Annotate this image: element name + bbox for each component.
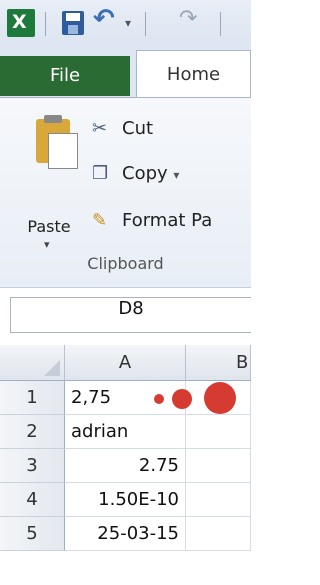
select-all-corner[interactable] (0, 345, 65, 381)
paste-icon[interactable] (36, 115, 78, 169)
scissors-icon: ✂ (92, 118, 108, 139)
save-icon[interactable] (62, 11, 84, 35)
row-header[interactable]: 1 (0, 381, 65, 415)
copy-label: Copy (122, 163, 168, 184)
paste-button[interactable]: Paste (14, 217, 84, 236)
cell-b5[interactable] (186, 517, 251, 551)
cell-b4[interactable] (186, 483, 251, 517)
annotation-dot-medium (172, 389, 192, 409)
format-painter-label: Format Pa (122, 210, 213, 231)
undo-icon[interactable]: ↶ (93, 4, 115, 34)
clipboard-group-label: Clipboard (87, 254, 164, 273)
excel-icon[interactable]: X (7, 9, 35, 37)
format-painter-button[interactable]: ✎ Format Pa (92, 210, 212, 231)
cut-label: Cut (122, 118, 154, 139)
copy-icon: ❐ (92, 163, 109, 184)
cell-a2[interactable]: adrian (65, 415, 186, 449)
redo-icon[interactable]: ↷ (179, 6, 197, 31)
toolbar-separator (220, 12, 221, 36)
undo-dropdown-icon[interactable]: ▾ (125, 16, 131, 30)
paintbrush-icon: ✎ (92, 210, 108, 231)
paste-dropdown-icon[interactable]: ▾ (44, 238, 50, 251)
cell-a1[interactable]: 2,75 (65, 381, 186, 415)
column-header-a[interactable]: A (65, 345, 186, 381)
annotation-dot-large (204, 382, 236, 414)
row-header[interactable]: 5 (0, 517, 65, 551)
cell-a3[interactable]: 2.75 (65, 449, 186, 483)
cell-a4[interactable]: 1.50E-10 (65, 483, 186, 517)
excel-logo-letter: X (12, 11, 27, 33)
tab-file[interactable]: File (0, 56, 130, 96)
tab-home[interactable]: Home (136, 50, 251, 98)
row-header[interactable]: 3 (0, 449, 65, 483)
cut-button[interactable]: ✂ Cut (92, 118, 153, 139)
cell-b2[interactable] (186, 415, 251, 449)
column-header-b[interactable]: B (186, 345, 251, 381)
toolbar-separator (45, 12, 46, 36)
annotation-dot-small (154, 394, 164, 404)
name-box[interactable]: D8 (10, 297, 251, 333)
cell-a5[interactable]: 25-03-15 (65, 517, 186, 551)
copy-button[interactable]: ❐ Copy ▾ (92, 163, 179, 184)
row-header[interactable]: 4 (0, 483, 65, 517)
copy-dropdown-icon[interactable]: ▾ (173, 168, 179, 182)
row-header[interactable]: 2 (0, 415, 65, 449)
quick-access-toolbar: X ↶ ▾ ↷ (0, 0, 251, 45)
toolbar-separator (145, 12, 146, 36)
cell-b3[interactable] (186, 449, 251, 483)
